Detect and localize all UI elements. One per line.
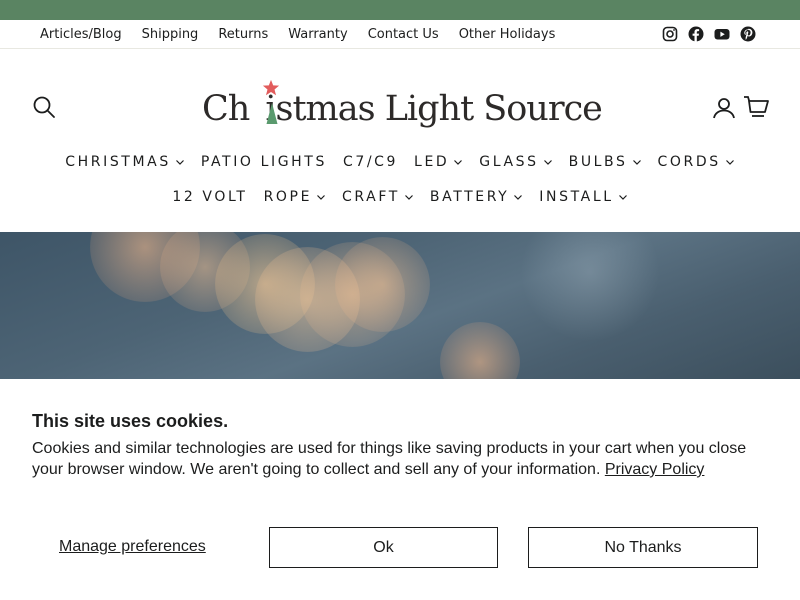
site-header: Ch istmas Light Source CHRISTMAS PATIO LI… bbox=[0, 49, 800, 232]
instagram-icon[interactable] bbox=[662, 26, 678, 42]
chevron-down-icon bbox=[543, 160, 552, 165]
nav-label: LED bbox=[414, 154, 450, 170]
nav-12-volt[interactable]: 12 VOLT bbox=[164, 187, 255, 207]
nav-glass[interactable]: GLASS bbox=[471, 152, 560, 172]
hero-image bbox=[0, 232, 800, 379]
chevron-down-icon bbox=[317, 195, 325, 200]
nav-cords[interactable]: CORDS bbox=[650, 152, 743, 172]
nav-label: BATTERY bbox=[429, 189, 510, 205]
chevron-down-icon bbox=[618, 195, 627, 200]
cart-icon[interactable] bbox=[743, 95, 769, 119]
nav-battery[interactable]: BATTERY bbox=[422, 187, 531, 207]
nav-label: PATIO LIGHTS bbox=[200, 154, 327, 170]
chevron-down-icon bbox=[454, 160, 463, 165]
bokeh-light bbox=[440, 322, 520, 379]
link-other-holidays[interactable]: Other Holidays bbox=[459, 27, 556, 42]
nav-install[interactable]: INSTALL bbox=[531, 187, 635, 207]
link-returns[interactable]: Returns bbox=[218, 27, 268, 42]
pinterest-icon[interactable] bbox=[740, 26, 756, 42]
manage-preferences-link[interactable]: Manage preferences bbox=[59, 538, 206, 556]
youtube-icon[interactable] bbox=[714, 26, 730, 42]
no-thanks-button[interactable]: No Thanks bbox=[528, 527, 758, 568]
nav-label: BULBS bbox=[568, 154, 628, 170]
utility-links: Articles/Blog Shipping Returns Warranty … bbox=[40, 27, 575, 42]
utility-toolbar: Articles/Blog Shipping Returns Warranty … bbox=[0, 20, 800, 49]
star-icon bbox=[262, 79, 280, 96]
nav-label: CHRISTMAS bbox=[65, 154, 171, 170]
bokeh-light bbox=[335, 237, 430, 332]
nav-led[interactable]: LED bbox=[406, 152, 471, 172]
social-links bbox=[662, 26, 756, 42]
chevron-down-icon bbox=[175, 160, 184, 165]
nav-label: C7/C9 bbox=[342, 154, 399, 170]
search-icon[interactable] bbox=[32, 95, 56, 119]
nav-label: CRAFT bbox=[342, 189, 400, 205]
facebook-icon[interactable] bbox=[688, 26, 704, 42]
cookie-message: Cookies and similar technologies are use… bbox=[32, 438, 772, 480]
nav-craft[interactable]: CRAFT bbox=[334, 187, 422, 207]
nav-rope[interactable]: ROPE bbox=[256, 187, 334, 207]
nav-label: INSTALL bbox=[539, 189, 614, 205]
link-articles-blog[interactable]: Articles/Blog bbox=[40, 27, 122, 42]
nav-label: 12 VOLT bbox=[172, 189, 248, 205]
bokeh-light bbox=[520, 232, 660, 342]
nav-label: CORDS bbox=[657, 154, 721, 170]
chevron-down-icon bbox=[632, 160, 641, 165]
privacy-policy-link[interactable]: Privacy Policy bbox=[605, 461, 705, 478]
tree-icon bbox=[266, 103, 278, 124]
cookie-banner: This site uses cookies. Cookies and simi… bbox=[0, 379, 800, 600]
link-contact-us[interactable]: Contact Us bbox=[368, 27, 439, 42]
chevron-down-icon bbox=[404, 195, 413, 200]
main-nav-row-2: 12 VOLT ROPE CRAFT BATTERY INSTALL bbox=[0, 187, 800, 207]
link-shipping[interactable]: Shipping bbox=[142, 27, 199, 42]
nav-patio-lights[interactable]: PATIO LIGHTS bbox=[193, 152, 335, 172]
site-logo[interactable]: Ch istmas Light Source bbox=[200, 79, 603, 149]
nav-label: ROPE bbox=[263, 189, 313, 205]
nav-label: GLASS bbox=[479, 154, 539, 170]
main-nav-row-1: CHRISTMAS PATIO LIGHTS C7/C9 LED GLASS B… bbox=[0, 152, 800, 172]
nav-bulbs[interactable]: BULBS bbox=[561, 152, 650, 172]
chevron-down-icon bbox=[725, 160, 734, 165]
nav-c7-c9[interactable]: C7/C9 bbox=[335, 152, 406, 172]
cookie-title: This site uses cookies. bbox=[32, 411, 229, 431]
ok-button[interactable]: Ok bbox=[269, 527, 498, 568]
chevron-down-icon bbox=[514, 195, 523, 200]
announcement-bar bbox=[0, 0, 800, 20]
account-icon[interactable] bbox=[712, 96, 736, 120]
nav-christmas[interactable]: CHRISTMAS bbox=[57, 152, 193, 172]
link-warranty[interactable]: Warranty bbox=[288, 27, 347, 42]
